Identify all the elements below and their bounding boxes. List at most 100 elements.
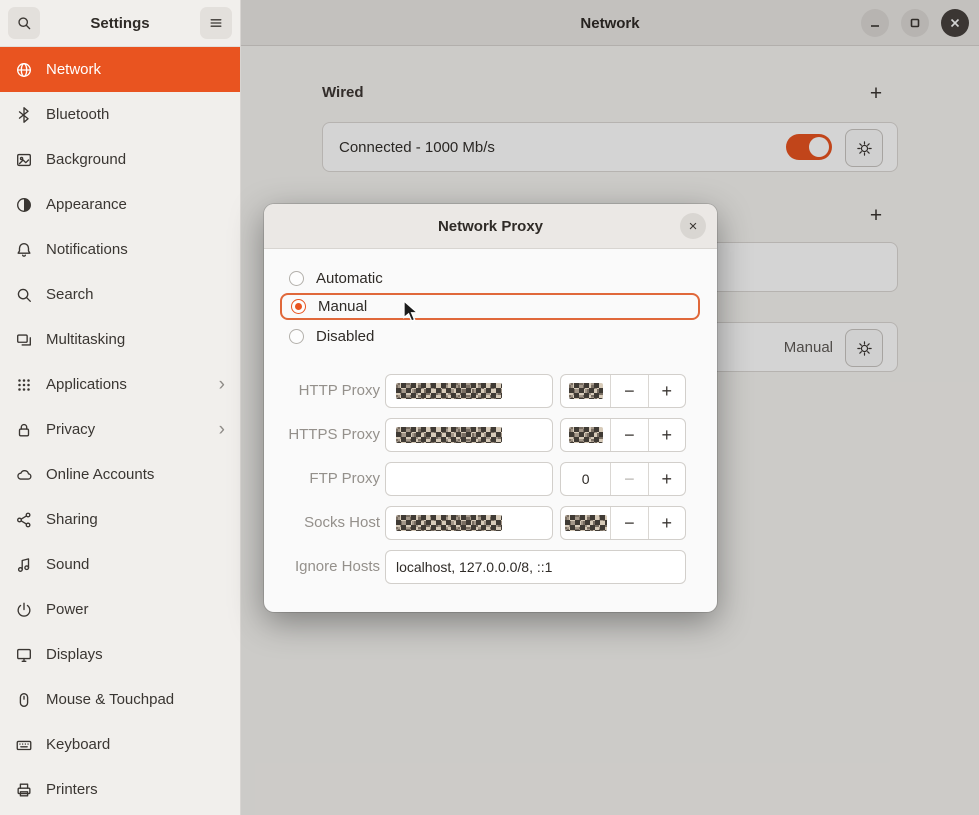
- radio-icon: [289, 271, 304, 286]
- mouse-cursor: [402, 300, 422, 329]
- keyboard-icon: [15, 736, 33, 754]
- bell-icon: [15, 241, 33, 259]
- ignore-hosts-value: localhost, 127.0.0.0/8, ::1: [396, 559, 552, 575]
- sidebar-item-label: Background: [46, 151, 126, 168]
- sidebar-item-label: Power: [46, 601, 89, 618]
- music-note-icon: [15, 556, 33, 574]
- search-icon: [16, 15, 32, 31]
- sidebar-item-label: Applications: [46, 376, 127, 393]
- sidebar-list: Network Bluetooth Background Appearance …: [0, 47, 240, 812]
- app-grid-icon: [15, 376, 33, 394]
- sidebar-item-sound[interactable]: Sound: [0, 542, 240, 587]
- socks-port-value: [561, 507, 611, 539]
- ignore-hosts-label: Ignore Hosts: [264, 550, 380, 584]
- ftp-proxy-label: FTP Proxy: [264, 462, 380, 496]
- multitasking-icon: [15, 331, 33, 349]
- redacted-text: [565, 515, 607, 531]
- sidebar-item-sharing[interactable]: Sharing: [0, 497, 240, 542]
- sidebar-item-label: Sound: [46, 556, 89, 573]
- sidebar-headerbar: Settings: [0, 0, 240, 47]
- ftp-proxy-input[interactable]: [385, 462, 553, 496]
- http-proxy-label: HTTP Proxy: [264, 374, 380, 408]
- cloud-icon: [15, 466, 33, 484]
- sidebar-item-printers[interactable]: Printers: [0, 767, 240, 812]
- sidebar-item-power[interactable]: Power: [0, 587, 240, 632]
- appearance-icon: [15, 196, 33, 214]
- socks-port-spinner[interactable]: − +: [560, 506, 686, 540]
- redacted-text: [396, 383, 502, 399]
- dialog-close-button[interactable]: ×: [680, 213, 706, 239]
- chevron-right-icon: ›: [219, 420, 225, 439]
- radio-label: Automatic: [316, 270, 383, 287]
- printer-icon: [15, 781, 33, 799]
- http-port-value: [561, 375, 611, 407]
- cursor-arrow-icon: [402, 300, 422, 324]
- sidebar-item-bluetooth[interactable]: Bluetooth: [0, 92, 240, 137]
- spin-plus-button[interactable]: +: [649, 375, 685, 407]
- proxy-option-automatic[interactable]: Automatic: [280, 265, 700, 292]
- sidebar: Settings Network Bluetooth Background Ap…: [0, 0, 241, 815]
- spin-plus-button[interactable]: +: [649, 463, 685, 495]
- menu-button[interactable]: [200, 7, 232, 39]
- sidebar-item-search[interactable]: Search: [0, 272, 240, 317]
- socks-host-input[interactable]: [385, 506, 553, 540]
- redacted-text: [569, 427, 603, 443]
- sidebar-item-label: Displays: [46, 646, 103, 663]
- redacted-text: [396, 515, 502, 531]
- sidebar-item-notifications[interactable]: Notifications: [0, 227, 240, 272]
- sidebar-item-label: Printers: [46, 781, 98, 798]
- mouse-icon: [15, 691, 33, 709]
- network-icon: [15, 61, 33, 79]
- spin-plus-button[interactable]: +: [649, 419, 685, 451]
- ftp-port-value: 0: [561, 463, 611, 495]
- https-proxy-label: HTTPS Proxy: [264, 418, 380, 452]
- app-title: Settings: [90, 15, 149, 32]
- sidebar-item-keyboard[interactable]: Keyboard: [0, 722, 240, 767]
- settings-window: Network Wired + Connected - 1000 Mb/s +: [0, 0, 979, 815]
- spin-minus-button[interactable]: −: [611, 419, 648, 451]
- radio-label: Manual: [318, 298, 367, 315]
- hamburger-icon: [208, 15, 224, 31]
- sidebar-item-applications[interactable]: Applications ›: [0, 362, 240, 407]
- search-icon: [15, 286, 33, 304]
- background-icon: [15, 151, 33, 169]
- proxy-option-disabled[interactable]: Disabled: [280, 323, 700, 350]
- sidebar-item-privacy[interactable]: Privacy ›: [0, 407, 240, 452]
- redacted-text: [396, 427, 502, 443]
- sidebar-item-appearance[interactable]: Appearance: [0, 182, 240, 227]
- sidebar-item-multitasking[interactable]: Multitasking: [0, 317, 240, 362]
- sidebar-item-displays[interactable]: Displays: [0, 632, 240, 677]
- dialog-headerbar: Network Proxy ×: [264, 204, 717, 249]
- sidebar-item-label: Search: [46, 286, 94, 303]
- bluetooth-icon: [15, 106, 33, 124]
- http-proxy-input[interactable]: [385, 374, 553, 408]
- chevron-right-icon: ›: [219, 375, 225, 394]
- monitor-icon: [15, 646, 33, 664]
- lock-icon: [15, 421, 33, 439]
- sidebar-item-mouse[interactable]: Mouse & Touchpad: [0, 677, 240, 722]
- redacted-text: [569, 383, 603, 399]
- sidebar-item-label: Keyboard: [46, 736, 110, 753]
- sidebar-item-label: Sharing: [46, 511, 98, 528]
- share-icon: [15, 511, 33, 529]
- spin-minus-button[interactable]: −: [611, 375, 648, 407]
- search-button[interactable]: [8, 7, 40, 39]
- sidebar-item-background[interactable]: Background: [0, 137, 240, 182]
- radio-icon: [289, 329, 304, 344]
- sidebar-item-network[interactable]: Network: [0, 47, 240, 92]
- spin-plus-button[interactable]: +: [649, 507, 685, 539]
- power-icon: [15, 601, 33, 619]
- sidebar-item-online-accounts[interactable]: Online Accounts: [0, 452, 240, 497]
- proxy-option-manual[interactable]: Manual: [280, 293, 700, 320]
- socks-host-label: Socks Host: [264, 506, 380, 540]
- radio-checked-icon: [291, 299, 306, 314]
- ignore-hosts-input[interactable]: localhost, 127.0.0.0/8, ::1: [385, 550, 686, 584]
- https-port-spinner[interactable]: − +: [560, 418, 686, 452]
- sidebar-item-label: Notifications: [46, 241, 128, 258]
- spin-minus-button[interactable]: −: [611, 463, 648, 495]
- spin-minus-button[interactable]: −: [611, 507, 648, 539]
- ftp-port-spinner[interactable]: 0 − +: [560, 462, 686, 496]
- http-port-spinner[interactable]: − +: [560, 374, 686, 408]
- https-proxy-input[interactable]: [385, 418, 553, 452]
- sidebar-item-label: Appearance: [46, 196, 127, 213]
